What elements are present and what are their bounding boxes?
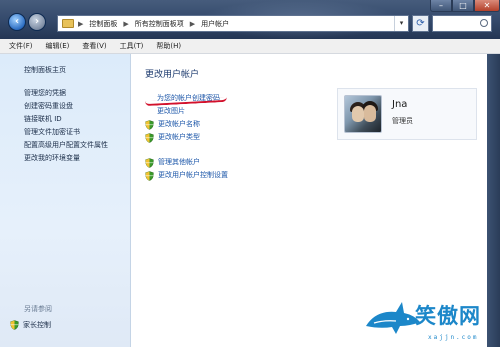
maximize-button[interactable]: □ [452,0,474,12]
menu-help[interactable]: 帮助(H) [156,41,181,51]
watermark-url: xajjn.com [428,334,479,341]
search-box[interactable] [432,15,492,32]
manage-other-accounts-label: 管理其他帐户 [158,158,200,166]
uac-shield-icon [145,132,154,143]
parental-controls-label: 家长控制 [23,321,51,329]
menu-edit[interactable]: 编辑(E) [46,41,70,51]
change-account-type-link[interactable]: 更改帐户类型 [145,131,228,144]
breadcrumb-separator: ▶ [123,19,129,28]
parental-controls-link[interactable]: 家长控制 [10,320,51,330]
uac-settings-label: 更改用户帐户控制设置 [158,171,228,179]
menu-file[interactable]: 文件(F) [9,41,33,51]
manage-encryption-certs-link[interactable]: 管理文件加密证书 [24,126,108,139]
environment-variables-link[interactable]: 更改我的环境变量 [24,152,108,165]
manage-other-accounts-link[interactable]: 管理其他帐户 [145,156,228,169]
see-also-heading: 另请参阅 [24,305,52,313]
change-account-type-label: 更改帐户类型 [158,133,200,141]
user-name: Jna [392,99,408,110]
uac-shield-icon [145,119,154,130]
address-dropdown-icon[interactable]: ▾ [394,16,408,31]
menu-view[interactable]: 查看(V) [82,41,106,51]
shark-logo-icon [366,302,420,334]
watermark-text: 笑傲网 [415,304,481,328]
change-account-name-link[interactable]: 更改帐户名称 [145,118,228,131]
minimize-button[interactable]: – [430,0,452,12]
refresh-button[interactable]: ⟳ [412,15,429,32]
page-title: 更改用户帐户 [145,70,200,80]
breadcrumb-control-panel[interactable]: 控制面板 [89,19,117,29]
advanced-profile-properties-link[interactable]: 配置高级用户配置文件属性 [24,139,108,152]
change-picture-link[interactable]: 更改图片 [145,105,228,118]
user-role: 管理员 [392,117,413,125]
left-nav-pane: 控制面板主页 管理您的凭据 创建密码重设盘 链接联机 ID 管理文件加密证书 配… [0,54,131,347]
create-reset-disk-link[interactable]: 创建密码重设盘 [24,100,108,113]
menu-tools[interactable]: 工具(T) [120,41,144,51]
shield-icon [10,320,19,330]
back-button[interactable]: ‹ [8,13,26,31]
task-list: 管理您的凭据 创建密码重设盘 链接联机 ID 管理文件加密证书 配置高级用户配置… [24,87,108,165]
control-panel-home-link[interactable]: 控制面板主页 [24,65,66,75]
uac-shield-icon [145,157,154,168]
uac-settings-link[interactable]: 更改用户帐户控制设置 [145,169,228,182]
search-icon[interactable] [480,19,488,27]
change-account-name-label: 更改帐户名称 [158,120,200,128]
breadcrumb-separator: ▶ [189,19,196,28]
breadcrumb-separator: ▶ [78,19,84,28]
window-controls: – □ ✕ [430,0,500,12]
user-account-card: Jna 管理员 [337,88,477,140]
control-panel-icon [62,19,74,28]
breadcrumb-user-accounts[interactable]: 用户帐户 [201,19,229,29]
avatar[interactable] [344,95,382,133]
menu-bar: 文件(F) 编辑(E) 查看(V) 工具(T) 帮助(H) [0,39,500,54]
breadcrumb-all-items[interactable]: 所有控制面板项 [135,19,184,29]
search-input[interactable] [433,16,477,31]
title-bar: ‹ › ▶ 控制面板 ▶ 所有控制面板项 ▶ 用户帐户 ▾ ⟳ – □ ✕ [0,0,500,39]
site-watermark: 笑傲网 xajjn.com [362,294,500,347]
uac-shield-icon [145,170,154,181]
close-button[interactable]: ✕ [474,0,500,12]
manage-credentials-link[interactable]: 管理您的凭据 [24,87,108,100]
link-online-id-link[interactable]: 链接联机 ID [24,113,108,126]
address-bar[interactable]: ▶ 控制面板 ▶ 所有控制面板项 ▶ 用户帐户 ▾ [57,15,409,32]
forward-button[interactable]: › [28,13,46,31]
